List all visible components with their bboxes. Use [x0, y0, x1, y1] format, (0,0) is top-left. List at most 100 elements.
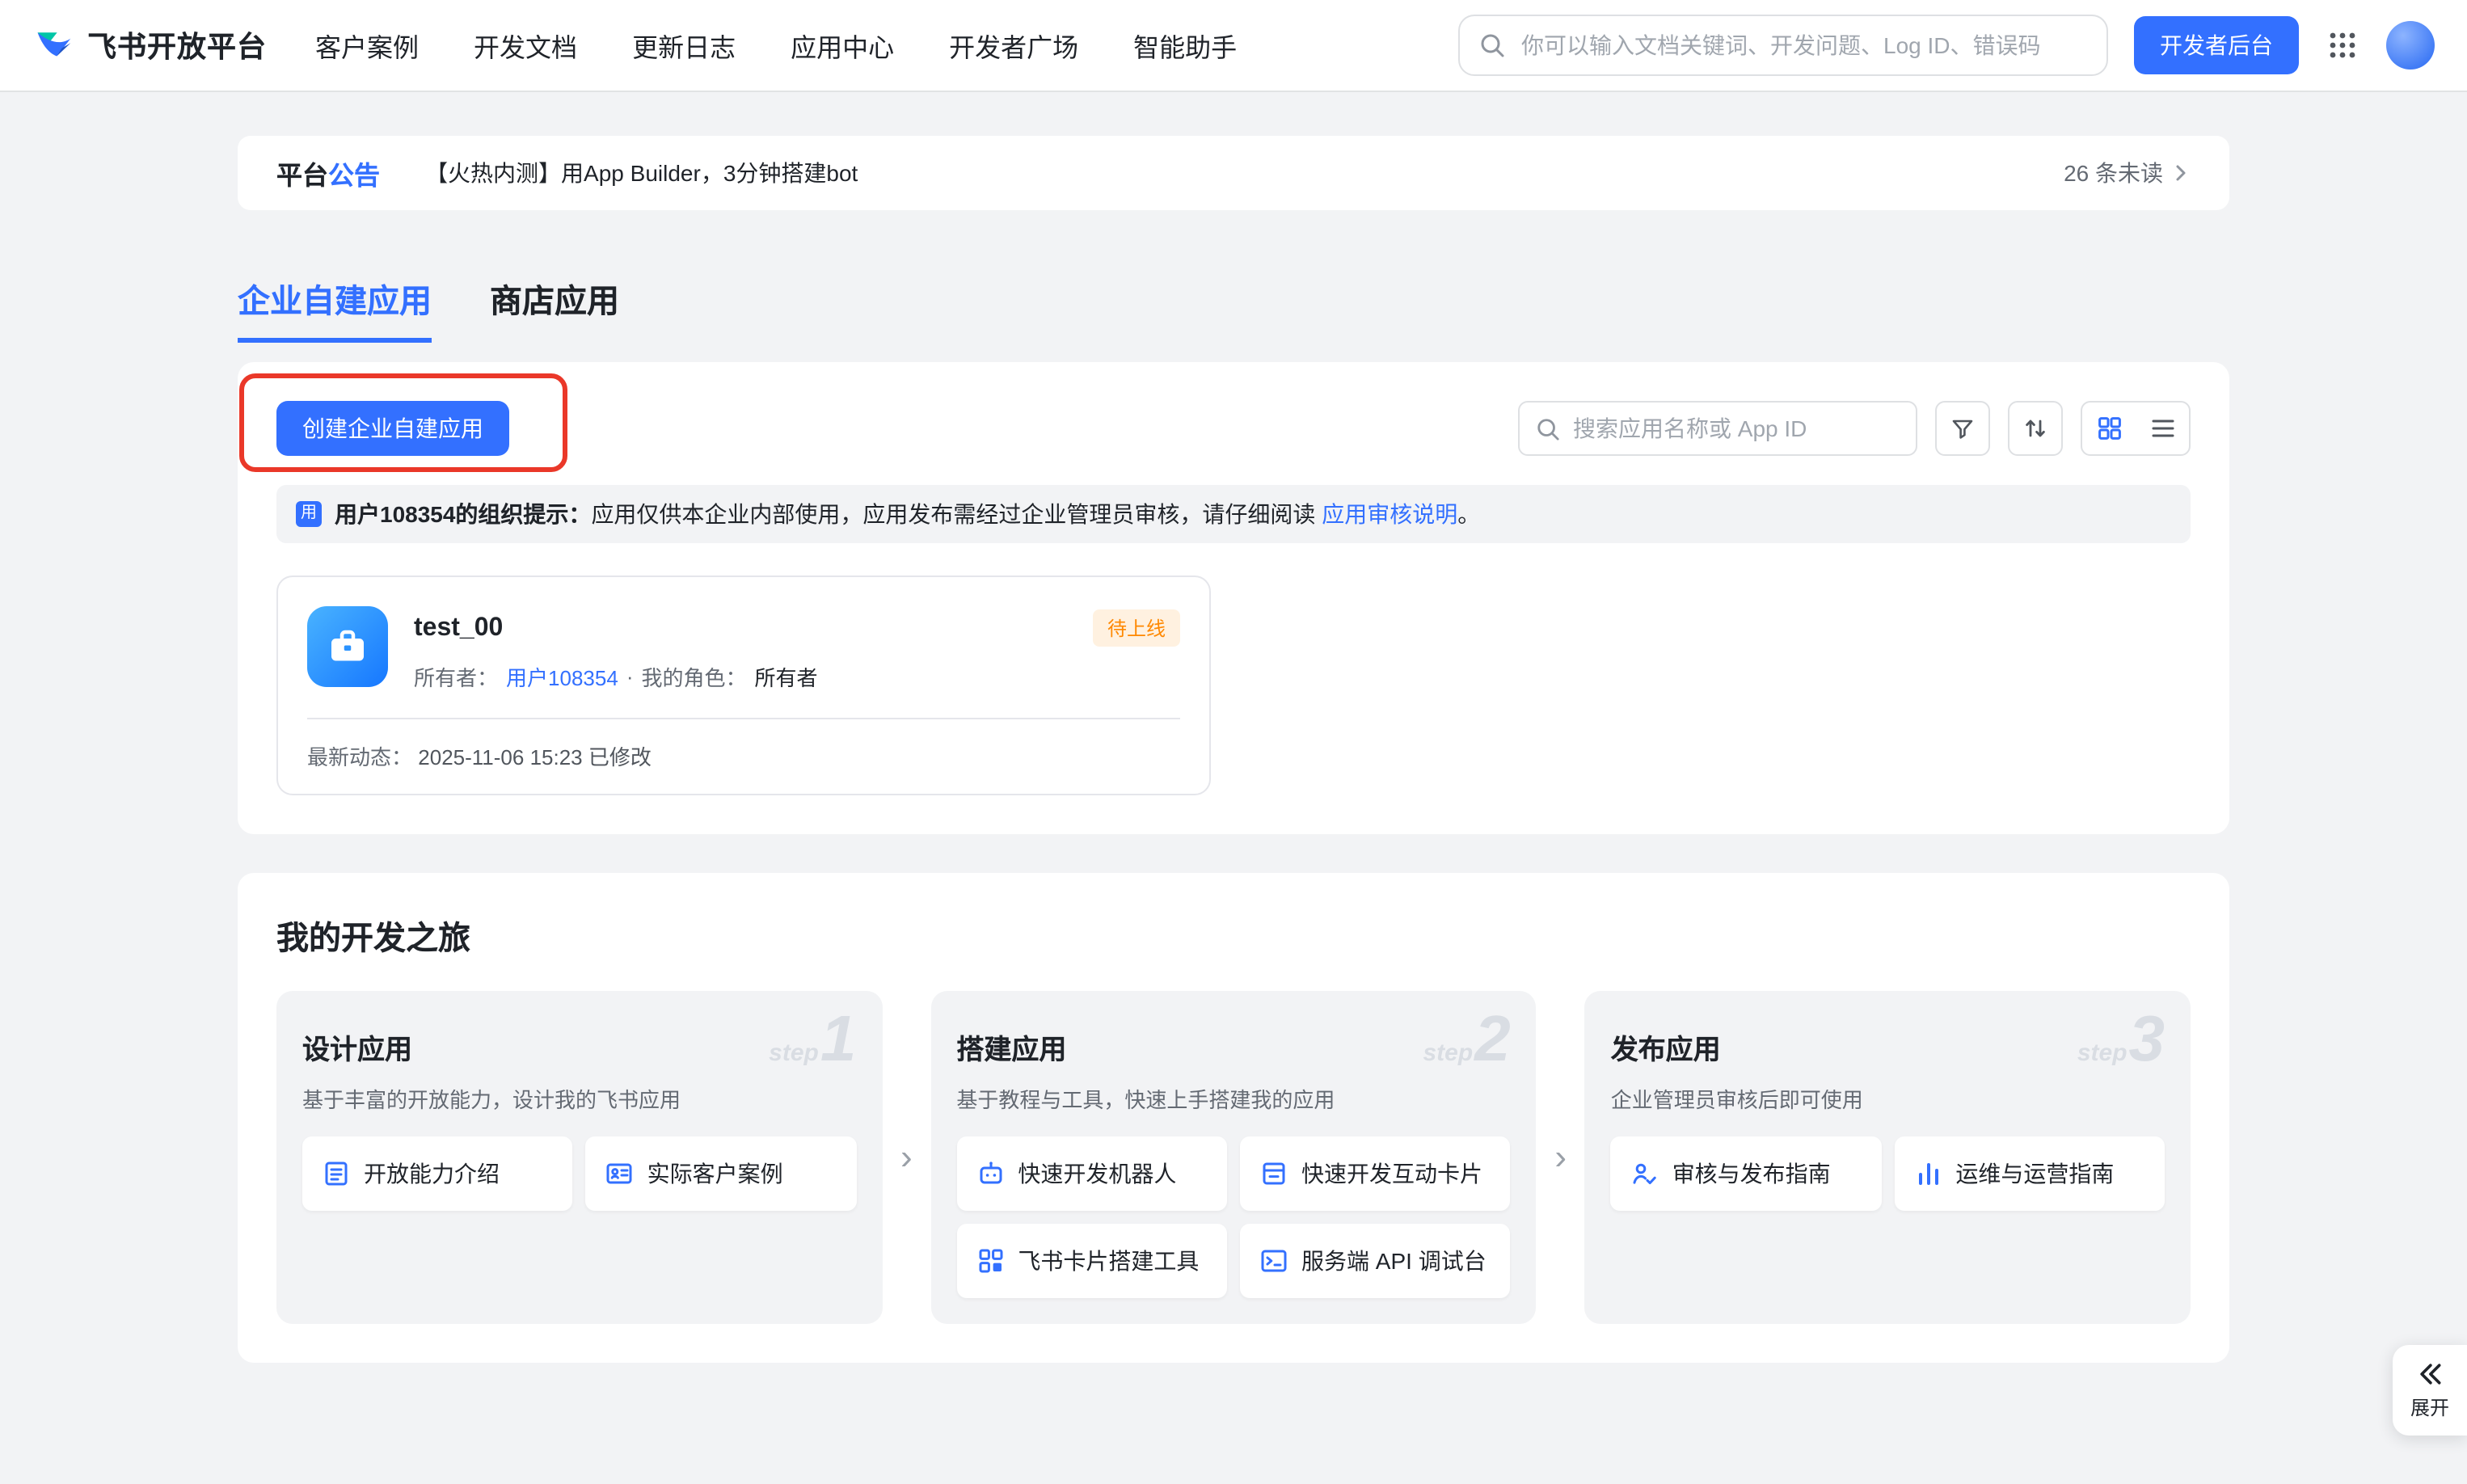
apps-toolbar-right	[1518, 401, 2191, 456]
chevron-right-icon	[2171, 163, 2191, 183]
grid-view-button[interactable]	[2082, 403, 2136, 454]
journey-item-quick-bot[interactable]: 快速开发机器人	[956, 1136, 1227, 1211]
review-guide-link[interactable]: 应用审核说明	[1322, 501, 1457, 527]
sort-button[interactable]	[2008, 401, 2063, 456]
org-badge-icon: 用	[296, 501, 322, 527]
apps-panel: 创建企业自建应用	[238, 362, 2229, 834]
blocks-icon	[976, 1246, 1005, 1275]
id-card-icon	[605, 1159, 635, 1188]
step1-watermark: step1	[769, 1007, 856, 1072]
apps-grid-icon[interactable]	[2325, 27, 2360, 63]
tab-store-apps[interactable]: 商店应用	[490, 275, 619, 343]
journey-item-customer-cases[interactable]: 实际客户案例	[586, 1136, 857, 1211]
journey-item-label: 快速开发机器人	[1018, 1157, 1176, 1190]
card-icon	[1259, 1159, 1288, 1188]
api-debug-icon	[1259, 1246, 1288, 1275]
briefcase-icon	[323, 622, 372, 671]
journey-item-review-publish-guide[interactable]: 审核与发布指南	[1611, 1136, 1882, 1211]
app-card-divider	[307, 718, 1180, 719]
top-navbar: 飞书开放平台 客户案例 开发文档 更新日志 应用中心 开发者广场 智能助手 开发…	[0, 0, 2467, 91]
app-card-head: test_00 待上线 所有者： 用户108354 · 我的角色： 所有者	[307, 606, 1180, 692]
filter-icon	[1950, 415, 1976, 441]
chart-icon	[1913, 1159, 1942, 1188]
announcement-unread[interactable]: 26 条未读	[2064, 157, 2191, 189]
journey-item-card-builder[interactable]: 飞书卡片搭建工具	[956, 1224, 1227, 1298]
main-content: 平台公告 【火热内测】用App Builder，3分钟搭建bot 26 条未读 …	[238, 136, 2229, 1363]
app-icon	[307, 606, 388, 687]
step-card-publish: step3 发布应用 企业管理员审核后即可使用 审核与发布指南	[1585, 991, 2191, 1324]
owner-label: 所有者：	[414, 661, 498, 692]
role-value: 所有者	[755, 661, 818, 692]
role-label: 我的角色：	[642, 661, 747, 692]
create-app-button[interactable]: 创建企业自建应用	[276, 401, 509, 456]
app-meta: 所有者： 用户108354 · 我的角色： 所有者	[414, 661, 1180, 692]
nav-item-customer-cases[interactable]: 客户案例	[315, 26, 419, 65]
nav-item-ai-assistant[interactable]: 智能助手	[1133, 26, 1237, 65]
tab-self-built-apps[interactable]: 企业自建应用	[238, 275, 432, 343]
journey-item-label: 开放能力介绍	[364, 1157, 500, 1190]
journey-row: step1 设计应用 基于丰富的开放能力，设计我的飞书应用 开放能力介绍	[276, 991, 2191, 1324]
global-search-input[interactable]	[1518, 31, 2087, 60]
double-chevron-left-icon	[2415, 1360, 2444, 1389]
journey-section: 我的开发之旅 step1 设计应用 基于丰富的开放能力，设计我的飞书应用	[238, 873, 2229, 1363]
journey-item-api-debugger[interactable]: 服务端 API 调试台	[1240, 1224, 1511, 1298]
journey-arrow-icon: ›	[882, 991, 930, 1324]
app-card[interactable]: test_00 待上线 所有者： 用户108354 · 我的角色： 所有者	[276, 575, 1211, 795]
search-icon	[1536, 416, 1560, 441]
app-type-tabs: 企业自建应用 商店应用	[238, 275, 2229, 343]
nav-item-changelog[interactable]: 更新日志	[632, 26, 736, 65]
developer-console-button[interactable]: 开发者后台	[2134, 16, 2299, 74]
activity-label: 最新动态：	[307, 745, 412, 769]
journey-item-label: 运维与运营指南	[1955, 1157, 2114, 1190]
primary-nav: 客户案例 开发文档 更新日志 应用中心 开发者广场 智能助手	[315, 26, 1237, 65]
journey-item-label: 实际客户案例	[647, 1157, 783, 1190]
announcement-label: 平台公告	[276, 154, 380, 192]
journey-arrow-icon: ›	[1537, 991, 1585, 1324]
app-search-input[interactable]	[1570, 414, 1900, 443]
announcement-bar[interactable]: 平台公告 【火热内测】用App Builder，3分钟搭建bot 26 条未读	[238, 136, 2229, 210]
step2-watermark: step2	[1423, 1007, 1511, 1072]
audit-icon	[1630, 1159, 1659, 1188]
app-title-row: test_00 待上线	[414, 609, 1180, 647]
journey-item-label: 审核与发布指南	[1672, 1157, 1831, 1190]
annotation-red-box: 创建企业自建应用	[239, 373, 567, 472]
search-icon	[1479, 32, 1505, 58]
apps-toolbar: 创建企业自建应用	[276, 401, 2191, 456]
step1-items: 开放能力介绍 实际客户案例	[302, 1136, 856, 1211]
filter-button[interactable]	[1935, 401, 1990, 456]
list-view-button[interactable]	[2136, 403, 2189, 454]
org-notice-body: 应用仅供本企业内部使用，应用发布需经过企业管理员审核，请仔细阅读	[591, 501, 1322, 527]
journey-item-interactive-card[interactable]: 快速开发互动卡片	[1240, 1136, 1511, 1211]
step2-items: 快速开发机器人 快速开发互动卡片	[956, 1136, 1510, 1298]
nav-item-docs[interactable]: 开发文档	[474, 26, 577, 65]
app-name: test_00	[414, 613, 503, 643]
logo[interactable]: 飞书开放平台	[32, 24, 267, 66]
expand-label: 展开	[2410, 1393, 2449, 1421]
step3-watermark: step3	[2077, 1007, 2165, 1072]
app-search[interactable]	[1518, 401, 1917, 456]
step-card-design: step1 设计应用 基于丰富的开放能力，设计我的飞书应用 开放能力介绍	[276, 991, 882, 1324]
org-notice-bold: 用户108354的组织提示：	[335, 501, 591, 527]
meta-separator: ·	[626, 664, 634, 689]
announcement-label-highlight: 公告	[328, 163, 380, 191]
feishu-logo-icon	[32, 24, 74, 66]
step3-items: 审核与发布指南 运维与运营指南	[1611, 1136, 2165, 1211]
logo-text: 飞书开放平台	[87, 24, 267, 66]
step1-subtitle: 基于丰富的开放能力，设计我的飞书应用	[302, 1083, 856, 1114]
nav-item-developer-plaza[interactable]: 开发者广场	[949, 26, 1078, 65]
avatar[interactable]	[2386, 21, 2435, 70]
journey-item-operations-guide[interactable]: 运维与运营指南	[1894, 1136, 2165, 1211]
journey-item-label: 飞书卡片搭建工具	[1018, 1245, 1199, 1277]
org-notice-text: 用户108354的组织提示：应用仅供本企业内部使用，应用发布需经过企业管理员审核…	[335, 498, 1480, 530]
expand-sidebar-button[interactable]: 展开	[2393, 1345, 2467, 1436]
view-toggle	[2081, 401, 2191, 456]
activity-value: 2025-11-06 15:23 已修改	[418, 745, 652, 769]
journey-item-open-capabilities[interactable]: 开放能力介绍	[302, 1136, 573, 1211]
robot-icon	[976, 1159, 1005, 1188]
journey-item-label: 快速开发互动卡片	[1301, 1157, 1482, 1190]
owner-link[interactable]: 用户108354	[506, 661, 618, 692]
nav-item-app-center[interactable]: 应用中心	[791, 26, 894, 65]
step-card-build: step2 搭建应用 基于教程与工具，快速上手搭建我的应用 快速开发机器人	[930, 991, 1536, 1324]
app-activity: 最新动态： 2025-11-06 15:23 已修改	[307, 740, 1180, 771]
global-search[interactable]	[1458, 15, 2108, 76]
